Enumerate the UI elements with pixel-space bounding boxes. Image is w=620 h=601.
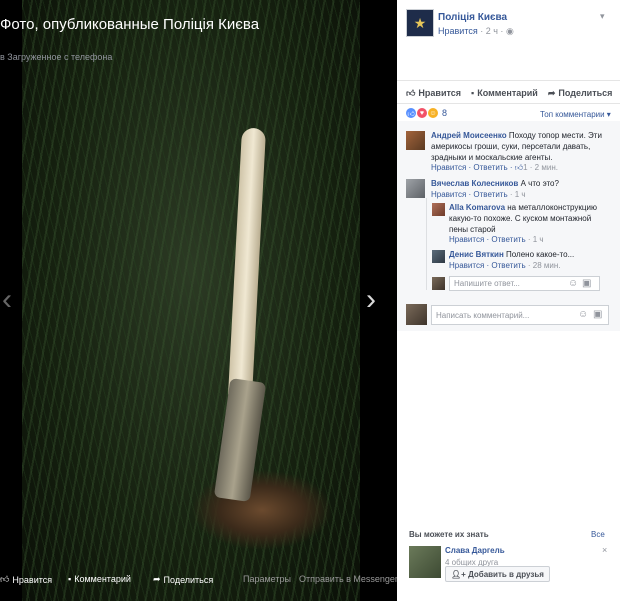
reply-author[interactable]: Alla Komarova <box>449 203 505 212</box>
page-like-link[interactable]: Нравится <box>438 26 478 36</box>
prev-photo-arrow-icon[interactable]: ‹ <box>2 285 12 315</box>
comment-like-link[interactable]: Нравится <box>431 163 466 172</box>
comment: Андрей Моисеенко Походу топор мести. Эти… <box>431 130 613 163</box>
post-share-button[interactable]: ➦ Поделиться <box>548 86 613 100</box>
thumbs-up-icon: 👍︎ <box>0 574 10 584</box>
sticker-icon[interactable]: ▣ <box>582 278 591 289</box>
reply-author[interactable]: Денис Вяткин <box>449 250 504 259</box>
reply-like-link[interactable]: Нравится <box>449 235 484 244</box>
like-reaction-icon: 👍︎ <box>406 108 416 118</box>
suggestions-see-all-link[interactable]: Все <box>591 530 605 539</box>
viewer-comment-button[interactable]: ▪ Комментарий <box>68 574 131 584</box>
comment-icon: ▪ <box>471 88 475 98</box>
post-actions: 👍︎ Нравится ▪ Комментарий ➦ Поделиться <box>406 86 613 100</box>
reply-reply-link[interactable]: Ответить <box>491 261 525 270</box>
emoji-icon[interactable]: ☺ <box>578 309 588 320</box>
post-comment-button[interactable]: ▪ Комментарий <box>471 86 538 100</box>
viewer-album-link[interactable]: в Загруженное с телефона <box>0 52 112 62</box>
reply-time: · 1 ч <box>527 235 544 244</box>
page-avatar[interactable]: ★ <box>406 9 434 37</box>
add-friend-icon: 👤︎+ <box>451 569 466 579</box>
comment-reply-link[interactable]: Ответить <box>473 163 507 172</box>
thumbs-up-icon: 👍︎ <box>406 87 416 98</box>
sticker-icon[interactable]: ▣ <box>593 309 602 320</box>
suggestions-title: Вы можете их знать <box>409 530 489 539</box>
reply-thread-line <box>426 198 427 290</box>
reaction-summary[interactable]: 👍︎ ♥ ☺ 8 <box>406 108 447 118</box>
comment-actions: Нравится · Ответить · 👍︎1 · 2 мин. <box>431 163 558 172</box>
haha-reaction-icon: ☺ <box>428 108 438 118</box>
photo[interactable] <box>22 0 360 601</box>
knife-blade <box>227 127 267 399</box>
comment-like-count: 1 <box>523 163 528 172</box>
share-arrow-icon: ➦ <box>547 87 556 98</box>
reply-actions: Нравится · Ответить · 1 ч <box>449 235 544 244</box>
knife-handle <box>213 378 267 502</box>
reply-time: · 28 мин. <box>527 261 561 270</box>
avatar[interactable] <box>406 179 425 198</box>
avatar[interactable] <box>432 250 445 263</box>
reply-input[interactable]: Напишите ответ... ☺ ▣ <box>449 276 600 291</box>
comment-text: А что это? <box>520 179 559 188</box>
divider <box>397 80 620 81</box>
viewer-title: Фото, опубликованные Поліція Києва <box>0 16 260 33</box>
top-comments-dropdown[interactable]: Топ комментарии ▾ <box>540 110 611 119</box>
reply-like-link[interactable]: Нравится <box>449 261 484 270</box>
love-reaction-icon: ♥ <box>417 108 427 118</box>
comment-author[interactable]: Андрей Моисеенко <box>431 131 507 140</box>
post-like-button[interactable]: 👍︎ Нравится <box>406 86 461 100</box>
viewer-like-button[interactable]: 👍︎ Нравится <box>0 574 52 585</box>
avatar[interactable] <box>432 203 445 216</box>
comment-input[interactable]: Написать комментарий... ☺ ▣ <box>431 305 609 325</box>
comment-like-link[interactable]: Нравится <box>431 190 466 199</box>
page-name[interactable]: Поліція Києва <box>438 12 507 23</box>
reply-actions: Нравится · Ответить · 28 мин. <box>449 261 561 270</box>
viewer-action-bar: 👍︎ Нравится ▪ Комментарий ➦ Поделиться Пара… <box>0 574 397 590</box>
suggestion-name[interactable]: Слава Даргель <box>445 546 505 555</box>
add-friend-button[interactable]: 👤︎+ Добавить в друзья <box>445 566 550 582</box>
reply-reply-link[interactable]: Ответить <box>491 235 525 244</box>
post-side-panel: ★ Поліція Києва Нравится · 2 ч · ◉ ▾ 👍︎ Н… <box>397 0 620 601</box>
globe-icon: ◉ <box>505 26 514 36</box>
emoji-icon[interactable]: ☺ <box>568 278 578 289</box>
comment-icon: ▪ <box>68 574 72 584</box>
post-time: · 2 ч · <box>480 26 504 36</box>
avatar[interactable] <box>409 546 441 578</box>
reply: Денис Вяткин Полено какое-то... <box>449 249 599 260</box>
thumbs-up-icon: 👍︎ <box>514 163 524 172</box>
reply: Alla Komarova на металлоконструкцию каку… <box>449 202 599 235</box>
comment: Вячеслав Колесников А что это? <box>431 178 613 189</box>
comment-reply-link[interactable]: Ответить <box>473 190 507 199</box>
chevron-down-icon[interactable]: ▾ <box>600 11 605 22</box>
viewer-messenger-link[interactable]: Отправить в Messenger <box>299 574 397 584</box>
divider <box>397 103 620 104</box>
post-meta: Нравится · 2 ч · ◉ <box>438 26 514 37</box>
avatar <box>432 277 445 290</box>
comment-author[interactable]: Вячеслав Колесников <box>431 179 518 188</box>
close-icon[interactable]: × <box>602 545 607 555</box>
avatar <box>406 304 427 325</box>
viewer-options-link[interactable]: Параметры <box>243 574 291 584</box>
comment-actions: Нравится · Ответить · 1 ч <box>431 190 526 199</box>
viewer-share-button[interactable]: ➦ Поделиться <box>153 574 213 585</box>
comment-time: · 1 ч <box>509 190 526 199</box>
avatar[interactable] <box>406 131 425 150</box>
comment-time: · 2 мин. <box>529 163 558 172</box>
reaction-count: 8 <box>442 108 448 118</box>
photo-viewer: Фото, опубликованные Поліція Києва в Заг… <box>0 0 397 601</box>
share-arrow-icon: ➦ <box>153 574 161 584</box>
police-badge-icon: ★ <box>413 14 427 31</box>
next-photo-arrow-icon[interactable]: › <box>366 285 376 315</box>
reply-text: Полено какое-то... <box>506 250 575 259</box>
